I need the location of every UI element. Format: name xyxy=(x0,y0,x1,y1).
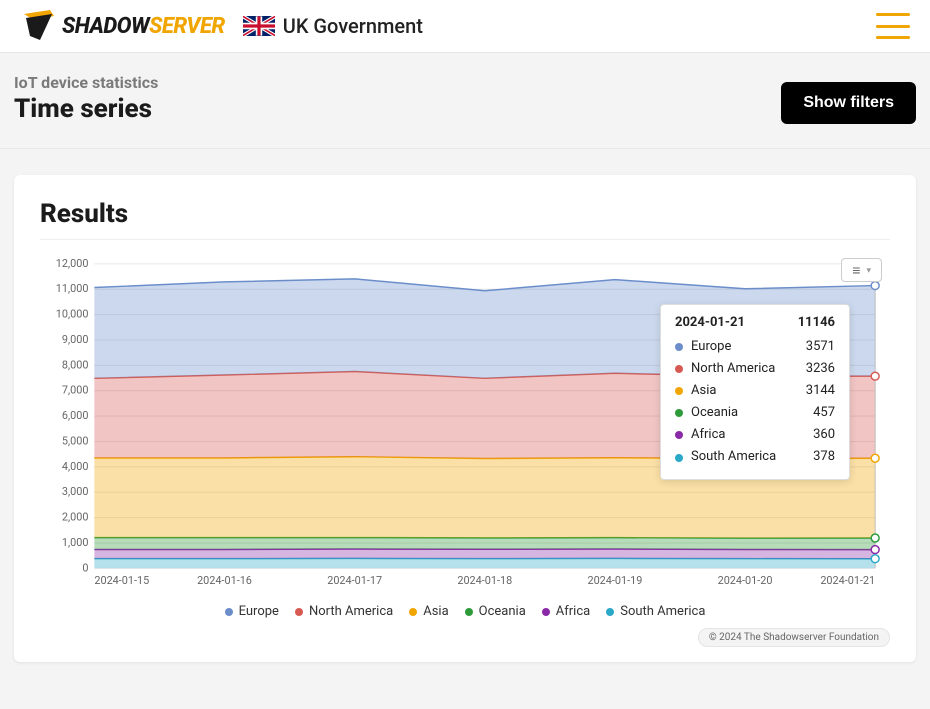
svg-text:6,000: 6,000 xyxy=(62,409,89,422)
legend-item[interactable]: Asia xyxy=(409,604,448,619)
legend-item[interactable]: South America xyxy=(606,604,705,619)
divider xyxy=(40,239,890,240)
svg-text:2024-01-16: 2024-01-16 xyxy=(197,574,252,587)
svg-text:1,000: 1,000 xyxy=(62,536,89,549)
tooltip-row: South America378 xyxy=(675,446,835,468)
menu-hamburger-icon[interactable] xyxy=(876,13,910,39)
svg-text:2024-01-15: 2024-01-15 xyxy=(94,574,149,587)
tooltip-total: 11146 xyxy=(798,315,835,330)
results-heading: Results xyxy=(40,199,890,229)
nav-left: SHADOWSERVER UK Government xyxy=(20,10,423,42)
gov-badge[interactable]: UK Government xyxy=(243,14,423,38)
chart-menu-button[interactable]: ≡ ▾ xyxy=(841,258,882,282)
svg-text:0: 0 xyxy=(82,561,88,574)
svg-text:10,000: 10,000 xyxy=(56,308,89,321)
results-card: Results ≡ ▾ 0 1,000 2,000 3,000 4,000 5,000 6,… xyxy=(14,175,916,662)
svg-text:2,000: 2,000 xyxy=(62,511,89,524)
page-title: Time series xyxy=(14,94,158,124)
brand-text: SHADOWSERVER xyxy=(62,14,225,39)
tooltip-date: 2024-01-21 xyxy=(675,315,745,330)
tooltip-row: Asia3144 xyxy=(675,380,835,402)
show-filters-button[interactable]: Show filters xyxy=(781,82,916,124)
svg-text:11,000: 11,000 xyxy=(56,282,89,295)
tooltip-row: Africa360 xyxy=(675,424,835,446)
legend-item[interactable]: North America xyxy=(295,604,393,619)
chart-legend: Europe North America Asia Oceania Africa Sout… xyxy=(40,604,890,619)
svg-text:2024-01-20: 2024-01-20 xyxy=(718,574,773,587)
svg-text:2024-01-18: 2024-01-18 xyxy=(457,574,512,587)
svg-text:7,000: 7,000 xyxy=(62,384,89,397)
svg-text:3,000: 3,000 xyxy=(62,485,89,498)
svg-text:2024-01-21: 2024-01-21 xyxy=(820,574,875,587)
chart-tooltip: 2024-01-21 11146 Europe3571North America… xyxy=(660,304,850,480)
legend-item[interactable]: Africa xyxy=(542,604,590,619)
page-subtitle: IoT device statistics xyxy=(14,73,158,92)
legend-item[interactable]: Oceania xyxy=(465,604,526,619)
tooltip-row: Europe3571 xyxy=(675,336,835,358)
legend-item[interactable]: Europe xyxy=(225,604,279,619)
uk-flag-icon xyxy=(243,16,275,36)
gov-label: UK Government xyxy=(283,14,423,38)
chevron-down-icon: ▾ xyxy=(866,266,871,275)
chart-menu-icon: ≡ xyxy=(852,263,860,277)
shadowserver-icon xyxy=(20,10,56,42)
top-nav: SHADOWSERVER UK Government xyxy=(0,0,930,53)
svg-text:4,000: 4,000 xyxy=(62,460,89,473)
page-titles: IoT device statistics Time series xyxy=(14,73,158,124)
svg-text:9,000: 9,000 xyxy=(62,333,89,346)
tooltip-row: North America3236 xyxy=(675,358,835,380)
page-header: IoT device statistics Time series Show f… xyxy=(0,53,930,149)
chart-copyright: © 2024 The Shadowserver Foundation xyxy=(40,625,890,644)
svg-text:5,000: 5,000 xyxy=(62,434,89,447)
svg-text:2024-01-19: 2024-01-19 xyxy=(587,574,642,587)
tooltip-row: Oceania457 xyxy=(675,402,835,424)
svg-text:12,000: 12,000 xyxy=(56,257,89,270)
chart-container: ≡ ▾ 0 1,000 2,000 3,000 4,000 5,000 6,000 7,000… xyxy=(40,256,890,592)
svg-text:8,000: 8,000 xyxy=(62,358,89,371)
brand-logo[interactable]: SHADOWSERVER xyxy=(20,10,225,42)
svg-text:2024-01-17: 2024-01-17 xyxy=(327,574,382,587)
